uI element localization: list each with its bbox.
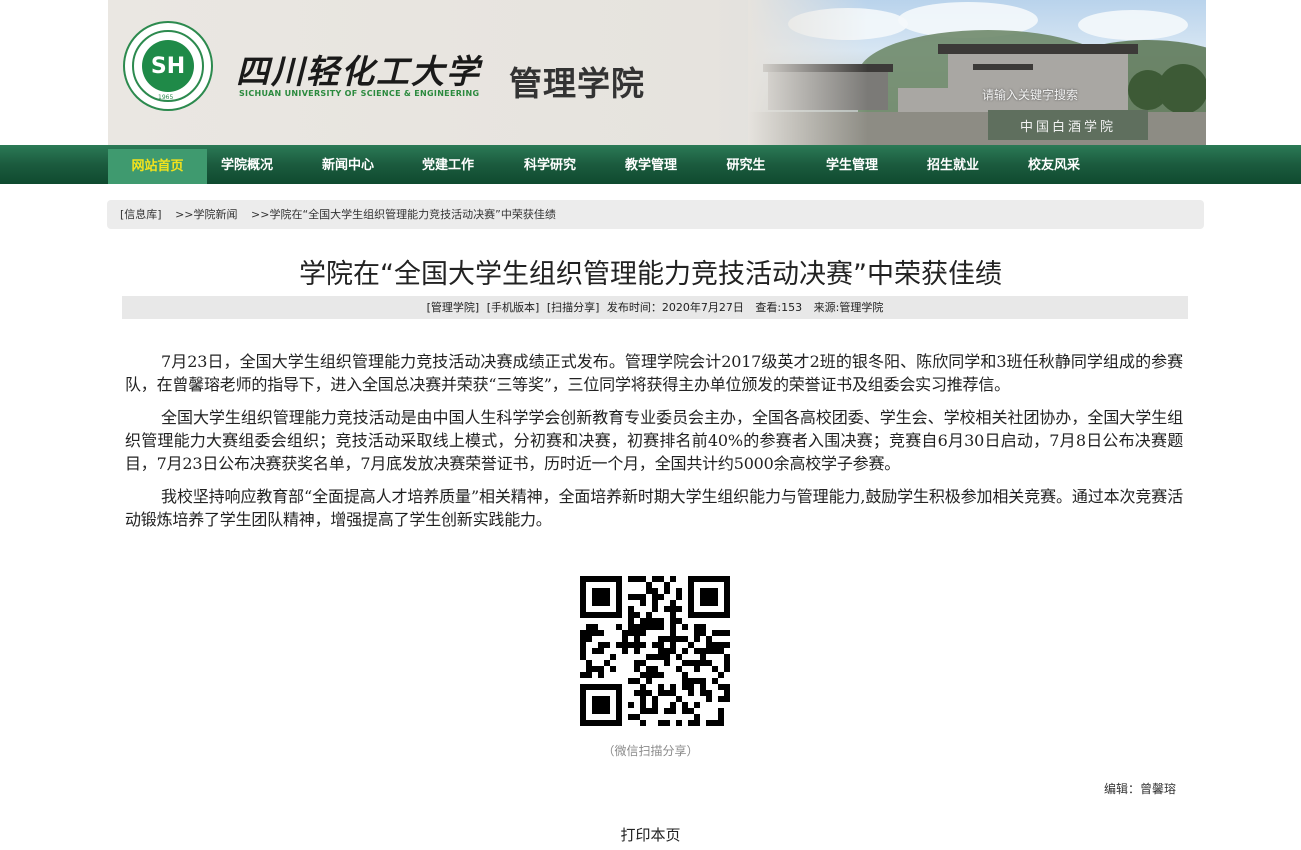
banner-sign: 中国白酒学院 — [988, 110, 1148, 140]
article-body: 7月23日，全国大学生组织管理能力竞技活动决赛成绩正式发布。管理学院会计2017… — [125, 350, 1183, 541]
nav-item-party[interactable]: 党建工作 — [408, 145, 488, 184]
nav-item-about[interactable]: 学院概况 — [207, 145, 287, 184]
editor-credit: 编辑：曾馨瑢 — [1104, 782, 1177, 796]
qr-caption: （微信扫描分享） — [602, 744, 699, 758]
breadcrumb-item[interactable]: >>学院新闻 — [175, 208, 237, 221]
print-page-link[interactable]: 打印本页 — [0, 824, 1301, 845]
meta-views: 查看:153 — [755, 301, 803, 314]
qr-code — [580, 576, 730, 726]
nav-item-teaching[interactable]: 教学管理 — [611, 145, 691, 184]
college-name: 管理学院 — [509, 64, 645, 103]
university-logo[interactable]: SH 1965 — [123, 21, 213, 111]
meta-source-link[interactable]: [管理学院] — [427, 301, 480, 314]
article-meta: [管理学院] [手机版本] [扫描分享] 发布时间：2020年7月27日 查看:… — [122, 296, 1188, 319]
nav-item-students[interactable]: 学生管理 — [812, 145, 892, 184]
nav-item-alumni[interactable]: 校友风采 — [1014, 145, 1094, 184]
meta-origin: 来源:管理学院 — [813, 301, 884, 314]
logo-emblem-icon: SH — [142, 40, 194, 92]
meta-mobile-link[interactable]: [手机版本] — [487, 301, 540, 314]
meta-share-link[interactable]: [扫描分享] — [547, 301, 600, 314]
university-name-cn: 四川轻化工大学 — [236, 52, 481, 91]
nav-item-admissions[interactable]: 招生就业 — [913, 145, 993, 184]
main-nav: 网站首页 学院概况 新闻中心 党建工作 科学研究 教学管理 研究生 学生管理 招… — [0, 145, 1301, 184]
search-input[interactable]: 请输入关键字搜索 — [982, 86, 1078, 103]
nav-item-news[interactable]: 新闻中心 — [308, 145, 388, 184]
header-banner: SH 1965 四川轻化工大学 SICHUAN UNIVERSITY OF SC… — [108, 0, 1206, 145]
breadcrumb-item[interactable]: [信息库] — [120, 208, 162, 221]
article-paragraph: 我校坚持响应教育部“全面提高人才培养质量”相关精神，全面培养新时期大学生组织能力… — [125, 487, 1183, 529]
article-paragraph: 全国大学生组织管理能力竞技活动是由中国人生科学学会创新教育专业委员会主办，全国各… — [125, 408, 1183, 473]
university-name-en: SICHUAN UNIVERSITY OF SCIENCE & ENGINEER… — [239, 89, 480, 98]
breadcrumb-item[interactable]: >>学院在“全国大学生组织管理能力竞技活动决赛”中荣获佳绩 — [251, 208, 556, 221]
logo-year: 1965 — [158, 94, 174, 101]
nav-item-home[interactable]: 网站首页 — [108, 149, 207, 184]
meta-publish-date: 发布时间：2020年7月27日 — [606, 301, 744, 314]
article-paragraph: 7月23日，全国大学生组织管理能力竞技活动决赛成绩正式发布。管理学院会计2017… — [125, 352, 1183, 394]
breadcrumb: [信息库] >>学院新闻 >>学院在“全国大学生组织管理能力竞技活动决赛”中荣获… — [107, 200, 1204, 229]
nav-item-graduate[interactable]: 研究生 — [706, 145, 786, 184]
article-title: 学院在“全国大学生组织管理能力竞技活动决赛”中荣获佳绩 — [299, 259, 1002, 290]
nav-item-research[interactable]: 科学研究 — [510, 145, 590, 184]
